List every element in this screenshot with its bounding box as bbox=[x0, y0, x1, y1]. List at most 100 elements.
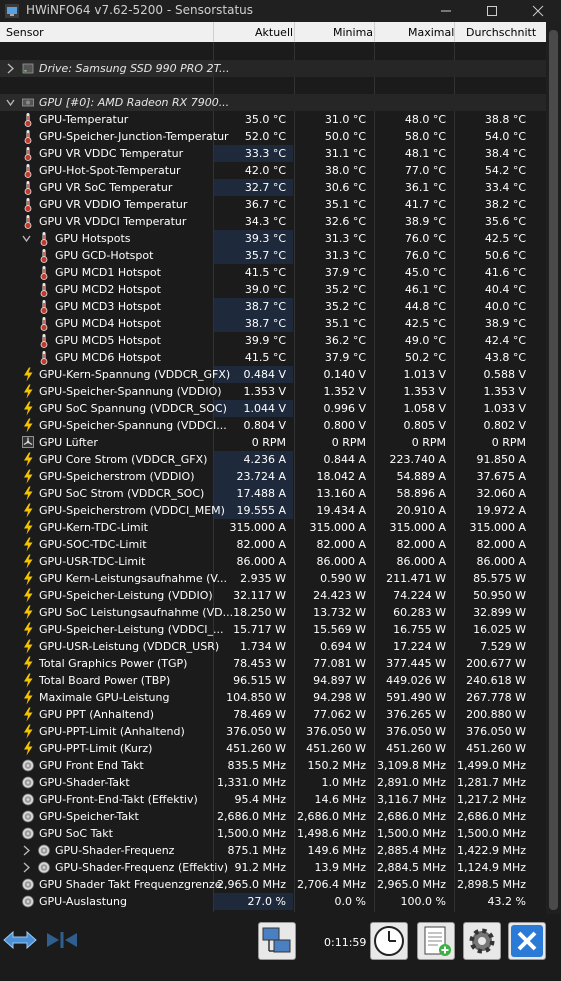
sensor-row[interactable]: GPU-PPT-Limit (Kurz) 451.260 W 451.260 W 45… bbox=[0, 740, 546, 757]
scrollbar-thumb[interactable] bbox=[549, 30, 558, 910]
maximize-button[interactable] bbox=[469, 0, 515, 22]
sensor-row[interactable]: GPU GCD-Hotspot 35.7 °C 31.3 °C 76.0 °C 50.6… bbox=[0, 247, 546, 264]
sensor-row[interactable]: Total Graphics Power (TGP) 78.453 W 77.081… bbox=[0, 655, 546, 672]
sensor-row[interactable]: GPU VR SoC Temperatur 32.7 °C 30.6 °C 36.1 … bbox=[0, 179, 546, 196]
sensor-max-value: 1.353 V bbox=[403, 385, 446, 398]
sensor-current-value: 0.484 V bbox=[243, 368, 286, 381]
sensor-avg-value: 43.8 °C bbox=[484, 351, 526, 364]
sensor-row[interactable]: GPU MCD1 Hotspot 41.5 °C 37.9 °C 45.0 °C 41.… bbox=[0, 264, 546, 281]
sensor-min-value: 94.298 W bbox=[313, 691, 366, 704]
column-header-sensor[interactable]: Sensor bbox=[6, 26, 44, 39]
sensor-row[interactable]: GPU-Speicherstrom (VDDCI_MEM) 19.555 A 19.… bbox=[0, 502, 546, 519]
chevron-down-icon[interactable] bbox=[6, 97, 15, 108]
sensor-name: Total Graphics Power (TGP) bbox=[39, 657, 188, 670]
sensor-row[interactable]: GPU VR VDDC Temperatur 33.3 °C 31.1 °C 48.1… bbox=[0, 145, 546, 162]
vertical-scrollbar[interactable] bbox=[546, 22, 561, 914]
sensor-min-value: 82.000 A bbox=[316, 538, 366, 551]
close-sensors-button[interactable] bbox=[508, 922, 546, 960]
sensor-row[interactable]: GPU MCD4 Hotspot 38.7 °C 35.1 °C 42.5 °C 38.… bbox=[0, 315, 546, 332]
column-header-current[interactable]: Aktuell bbox=[255, 26, 293, 39]
sensor-row[interactable]: GPU Hotspots 39.3 °C 31.3 °C 76.0 °C 42.5 °C bbox=[0, 230, 546, 247]
sensor-row[interactable]: GPU PPT (Anhaltend) 78.469 W 77.062 W 376.2… bbox=[0, 706, 546, 723]
sensor-row[interactable]: GPU-Auslastung 27.0 % 0.0 % 100.0 % 43.2 % bbox=[0, 893, 546, 910]
sensor-row[interactable]: GPU Lüfter 0 RPM 0 RPM 0 RPM 0 RPM bbox=[0, 434, 546, 451]
sensor-row[interactable]: GPU-Kern-Spannung (VDDCR_GFX) 0.484 V 0.14… bbox=[0, 366, 546, 383]
sensor-row[interactable]: GPU-Shader-Frequenz 875.1 MHz 149.6 MHz 2,8… bbox=[0, 842, 546, 859]
chevron-right-icon[interactable] bbox=[22, 845, 31, 856]
sensor-row[interactable]: GPU-Shader-Frequenz (Effektiv) 91.2 MHz 13… bbox=[0, 859, 546, 876]
sensor-row[interactable]: GPU-Shader-Takt 1,331.0 MHz 1.0 MHz 2,891.0… bbox=[0, 774, 546, 791]
column-header-average[interactable]: Durchschnitt bbox=[466, 26, 536, 39]
sensor-row[interactable]: GPU Shader Takt Frequenzgrenze 2,965.0 MH… bbox=[0, 876, 546, 893]
sensor-row[interactable]: Maximale GPU-Leistung 104.850 W 94.298 W 59… bbox=[0, 689, 546, 706]
lightning-icon bbox=[24, 469, 33, 484]
sensor-max-value: 2,884.5 MHz bbox=[376, 861, 446, 874]
sensor-row[interactable]: GPU-Temperatur 35.0 °C 31.0 °C 48.0 °C 38.8 … bbox=[0, 111, 546, 128]
sensor-row[interactable]: GPU-USR-Leistung (VDDCR_USR) 1.734 W 0.694… bbox=[0, 638, 546, 655]
sensor-row[interactable]: GPU VR VDDCI Temperatur 34.3 °C 32.6 °C 38.… bbox=[0, 213, 546, 230]
sensor-row[interactable]: GPU MCD3 Hotspot 38.7 °C 35.2 °C 44.8 °C 40.… bbox=[0, 298, 546, 315]
sensor-row[interactable]: GPU-PPT-Limit (Anhaltend) 376.050 W 376.05… bbox=[0, 723, 546, 740]
network-button[interactable] bbox=[258, 922, 296, 960]
sensor-row[interactable]: GPU Front End Takt 835.5 MHz 150.2 MHz 3,10… bbox=[0, 757, 546, 774]
chevron-right-icon[interactable] bbox=[22, 862, 31, 873]
sensor-max-value: 76.0 °C bbox=[404, 249, 446, 262]
sensor-min-value: 35.2 °C bbox=[324, 283, 366, 296]
sensor-row[interactable]: GPU-Kern-TDC-Limit 315.000 A 315.000 A 315.… bbox=[0, 519, 546, 536]
clock-icon bbox=[22, 895, 34, 908]
column-header-minimum[interactable]: Minimal bbox=[333, 26, 376, 39]
sensor-row[interactable]: GPU SoC Strom (VDDCR_SOC) 17.488 A 13.160 … bbox=[0, 485, 546, 502]
log-document-icon bbox=[424, 926, 451, 956]
sensor-row[interactable]: GPU MCD6 Hotspot 41.5 °C 37.9 °C 50.2 °C 43.… bbox=[0, 349, 546, 366]
sensor-row[interactable]: GPU Kern-Leistungsaufnahme (V... 2.935 W 0… bbox=[0, 570, 546, 587]
sensor-max-value: 315.000 A bbox=[389, 521, 446, 534]
window-title: HWiNFO64 v7.62-5200 - Sensorstatus bbox=[26, 3, 254, 17]
sensor-row[interactable]: GPU-Speicher-Spannung (VDDCI... 0.804 V 0.… bbox=[0, 417, 546, 434]
fan-icon bbox=[22, 436, 34, 448]
sensor-row[interactable]: GPU-Speicher-Takt 2,686.0 MHz 2,686.0 MHz 2… bbox=[0, 808, 546, 825]
sensor-min-value: 35.1 °C bbox=[324, 317, 366, 330]
close-window-button[interactable] bbox=[515, 0, 561, 22]
sensor-row[interactable]: GPU-SOC-TDC-Limit 82.000 A 82.000 A 82.000 … bbox=[0, 536, 546, 553]
group-row-drive[interactable]: Drive: Samsung SSD 990 PRO 2T... bbox=[0, 60, 546, 77]
group-row-gpu[interactable]: GPU [#0]: AMD Radeon RX 7900... bbox=[0, 94, 546, 111]
chevron-down-icon[interactable] bbox=[22, 233, 31, 244]
sensor-row[interactable]: GPU-Hot-Spot-Temperatur 42.0 °C 38.0 °C 77.… bbox=[0, 162, 546, 179]
sensor-current-value: 78.453 W bbox=[233, 657, 286, 670]
reset-clock-button[interactable] bbox=[370, 922, 408, 960]
sensor-row[interactable]: GPU Core Strom (VDDCR_GFX) 4.236 A 0.844 A… bbox=[0, 451, 546, 468]
sensor-avg-value: 16.025 W bbox=[473, 623, 526, 636]
navigate-left-right-button[interactable] bbox=[2, 922, 38, 958]
sensor-row[interactable]: GPU MCD2 Hotspot 39.0 °C 35.2 °C 46.1 °C 40.… bbox=[0, 281, 546, 298]
sensor-avg-value: 40.4 °C bbox=[484, 283, 526, 296]
sensor-row[interactable]: Total Board Power (TBP) 96.515 W 94.897 W 4… bbox=[0, 672, 546, 689]
settings-button[interactable] bbox=[463, 922, 501, 960]
logging-button[interactable] bbox=[417, 922, 455, 960]
sensor-max-value: 223.740 A bbox=[389, 453, 446, 466]
column-header-maximum[interactable]: Maximal bbox=[408, 26, 454, 39]
sensor-row[interactable]: GPU-Speicher-Leistung (VDDIO) 32.117 W 24.… bbox=[0, 587, 546, 604]
sensor-row[interactable]: GPU-Front-End-Takt (Effektiv) 95.4 MHz 14.… bbox=[0, 791, 546, 808]
sensor-max-value: 46.1 °C bbox=[404, 283, 446, 296]
sensor-row[interactable]: GPU SoC Spannung (VDDCR_SOC) 1.044 V 0.996… bbox=[0, 400, 546, 417]
sensor-max-value: 54.889 A bbox=[396, 470, 446, 483]
sensor-max-value: 44.8 °C bbox=[404, 300, 446, 313]
sensor-row[interactable]: GPU-Speicher-Leistung (VDDCI_... 15.717 W… bbox=[0, 621, 546, 638]
sensor-name: GPU-Shader-Frequenz bbox=[55, 844, 175, 857]
sensor-row[interactable]: GPU-Speicher-Junction-Temperatur 52.0 °C 5… bbox=[0, 128, 546, 145]
chevron-right-icon[interactable] bbox=[6, 63, 15, 74]
sensor-avg-value: 38.9 °C bbox=[484, 317, 526, 330]
sensor-row[interactable]: GPU-USR-TDC-Limit 86.000 A 86.000 A 86.000 … bbox=[0, 553, 546, 570]
sensor-row[interactable]: GPU MCD5 Hotspot 39.9 °C 36.2 °C 49.0 °C 42.… bbox=[0, 332, 546, 349]
sensor-row[interactable]: GPU SoC Leistungsaufnahme (VD... 18.250 W… bbox=[0, 604, 546, 621]
sensor-min-value: 37.9 °C bbox=[324, 351, 366, 364]
sensor-row[interactable]: GPU VR VDDIO Temperatur 36.7 °C 35.1 °C 41.… bbox=[0, 196, 546, 213]
sensor-row[interactable]: GPU-Speicher-Spannung (VDDIO) 1.353 V 1.35… bbox=[0, 383, 546, 400]
collapse-columns-button[interactable] bbox=[44, 922, 80, 958]
sensor-name: GPU SoC Strom (VDDCR_SOC) bbox=[39, 487, 205, 500]
sensor-current-value: 78.469 W bbox=[233, 708, 286, 721]
sensor-row[interactable]: GPU SoC Takt 1,500.0 MHz 1,498.6 MHz 1,500.… bbox=[0, 825, 546, 842]
minimize-button[interactable] bbox=[423, 0, 469, 22]
sensor-row[interactable]: GPU-Speicherstrom (VDDIO) 23.724 A 18.042 … bbox=[0, 468, 546, 485]
sensor-avg-value: 42.4 °C bbox=[484, 334, 526, 347]
